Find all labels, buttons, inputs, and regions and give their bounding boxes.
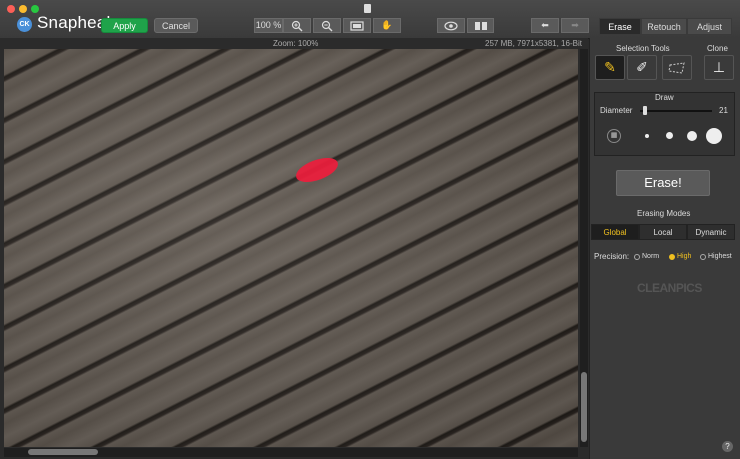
clone-label: Clone (707, 44, 728, 53)
diameter-slider-knob[interactable] (642, 106, 647, 115)
draw-label: Draw (655, 93, 674, 102)
split-view-button[interactable] (467, 18, 494, 33)
image-info-label: 257 MB, 7971x5381, 16-Bit (485, 39, 582, 48)
hand-icon: ✋ (381, 20, 393, 30)
info-bar: Zoom: 100% 257 MB, 7971x5381, 16-Bit (0, 38, 588, 49)
zoom-info-label: Zoom: 100% (273, 39, 319, 48)
horizontal-scroll-thumb[interactable] (28, 449, 98, 455)
diameter-label: Diameter (600, 106, 633, 115)
cancel-button[interactable]: Cancel (154, 18, 198, 33)
brush-icon: ✎ (604, 59, 616, 75)
help-button[interactable]: ? (722, 441, 733, 452)
precision-highest-label: Highest (708, 253, 732, 260)
cleanpics-logo: CLEANPICS (637, 281, 702, 295)
precision-highest-radio[interactable] (700, 254, 706, 260)
zoom-in-button[interactable] (283, 18, 311, 33)
minimize-window-button[interactable] (19, 5, 27, 13)
undo-button[interactable]: ⬅ (531, 18, 559, 33)
brush-tool-button[interactable]: ✎ (595, 55, 625, 80)
fit-to-screen-button[interactable] (343, 18, 371, 33)
split-view-icon (474, 22, 487, 30)
zoom-out-icon (321, 20, 333, 32)
brush-hardness-icon[interactable]: ▦ (607, 129, 621, 143)
precision-high-label: High (677, 253, 692, 260)
brush-size-3[interactable] (687, 131, 697, 141)
stamp-icon: ⊥ (712, 59, 726, 75)
tab-erase[interactable]: Erase (599, 18, 641, 35)
redo-button[interactable]: ➡ (561, 18, 589, 33)
apply-button[interactable]: Apply (101, 18, 148, 33)
preview-toggle-button[interactable] (437, 18, 465, 33)
app-logo-icon: CK (17, 17, 32, 32)
zoom-in-icon (291, 20, 303, 32)
photo-canvas[interactable] (4, 49, 578, 447)
precision-norm-radio[interactable] (634, 254, 640, 260)
erase-button[interactable]: Erase! (616, 170, 710, 196)
mode-local[interactable]: Local (639, 224, 687, 240)
lasso-icon (668, 62, 685, 74)
diameter-slider-track[interactable] (640, 110, 712, 112)
document-icon (364, 4, 371, 13)
brush-size-4[interactable] (706, 128, 722, 144)
fit-screen-icon (350, 21, 364, 31)
app-name: Snapheal (37, 13, 111, 32)
precision-norm-label: Norm (642, 253, 660, 260)
mode-dynamic[interactable]: Dynamic (687, 224, 735, 240)
lasso-tool-button[interactable] (662, 55, 692, 80)
hand-tool-button[interactable]: ✋ (373, 18, 401, 33)
tab-retouch[interactable]: Retouch (641, 18, 687, 35)
precision-high-radio[interactable] (669, 254, 675, 260)
zoom-out-button[interactable] (313, 18, 341, 33)
redo-arrow-icon: ➡ (571, 20, 579, 30)
close-window-button[interactable] (7, 5, 15, 13)
erasing-modes-label: Erasing Modes (637, 209, 691, 218)
zoom-level-display[interactable]: 100 % (254, 18, 283, 33)
mode-global[interactable]: Global (591, 224, 639, 240)
selection-tools-label: Selection Tools (616, 44, 670, 53)
eye-icon (444, 21, 458, 31)
clone-stamp-button[interactable]: ⊥ (704, 55, 734, 80)
undo-arrow-icon: ⬅ (541, 20, 549, 30)
eraser-icon: ✐ (636, 59, 648, 75)
diameter-value: 21 (719, 106, 728, 115)
title-bar: CK Snapheal Apply Cancel 100 % ✋ ⬅ ➡ Era… (0, 0, 740, 39)
eraser-tool-button[interactable]: ✐ (627, 55, 657, 80)
precision-label: Precision: (594, 252, 630, 261)
tab-adjust[interactable]: Adjust (687, 18, 732, 35)
brush-size-1[interactable] (645, 134, 649, 138)
vertical-scroll-thumb[interactable] (581, 372, 587, 442)
zoom-window-button[interactable] (31, 5, 39, 13)
brush-size-2[interactable] (666, 132, 673, 139)
